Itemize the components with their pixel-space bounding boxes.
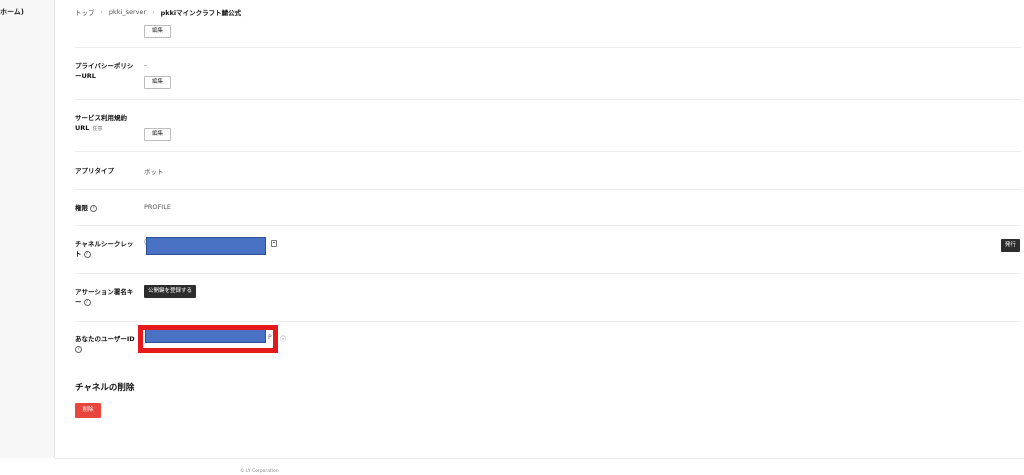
permission-label-text: 権限 — [75, 204, 88, 212]
row-app-type: アプリタイプ ボット — [75, 152, 1021, 190]
delete-channel-title: チャネルの削除 — [75, 383, 135, 393]
row-top-partial: 編集 — [75, 0, 1021, 48]
channel-secret-label: チャネルシークレッ ト? — [75, 239, 145, 259]
app-type-label: アプリタイプ — [75, 167, 114, 175]
privacy-policy-edit-button[interactable]: 編集 — [144, 76, 172, 89]
help-icon[interactable]: ? — [90, 204, 97, 212]
register-public-key-button[interactable]: 公開鍵を登録する — [144, 285, 197, 298]
assertion-key-label: アサーション署名キ ー? — [75, 287, 145, 307]
row-privacy-policy: プライバシーポリシ ーURL – 編集 — [75, 48, 1021, 100]
edit-button[interactable]: 編集 — [144, 25, 172, 38]
privacy-policy-label-line2: ーURL — [75, 72, 96, 80]
user-id-label-text: あなたのユーザーID — [75, 335, 135, 343]
row-terms-of-service: サービス利用規約 URL 任意 編集 — [75, 100, 1021, 152]
help-icon[interactable]: ? — [83, 250, 91, 258]
footer-divider — [55, 458, 1024, 459]
copy-icon[interactable] — [271, 240, 277, 247]
privacy-policy-label-line1: プライバシーポリシ — [75, 62, 134, 70]
highlight-box — [138, 325, 278, 353]
delete-button[interactable]: 削除 — [75, 403, 101, 418]
app-type-value: ボット — [144, 168, 164, 176]
channel-secret-label-line2: ト — [75, 250, 82, 258]
terms-edit-button[interactable]: 編集 — [144, 128, 172, 141]
terms-label: サービス利用規約 URL 任意 — [75, 113, 145, 134]
issue-button[interactable]: 発行 — [1001, 239, 1021, 252]
sidebar: ホーム) — [0, 0, 55, 458]
privacy-policy-label: プライバシーポリシ ーURL — [75, 61, 145, 81]
assertion-key-label-line2: ー — [75, 298, 82, 306]
row-channel-secret: チャネルシークレッ ト? ( 発行 — [75, 226, 1021, 274]
row-permission: 権限? PROFILE — [75, 190, 1021, 226]
permission-label: 権限? — [75, 203, 145, 213]
row-assertion-key: アサーション署名キ ー? 公開鍵を登録する — [75, 274, 1021, 322]
assertion-key-label-line1: アサーション署名キ — [75, 288, 134, 296]
terms-label-line2: URL — [75, 124, 90, 132]
terms-label-line1: サービス利用規約 — [75, 114, 127, 122]
channel-secret-value-redacted — [146, 237, 266, 255]
help-icon[interactable]: ? — [75, 345, 82, 353]
copy-icon[interactable]: ⓘ — [280, 334, 286, 343]
footer-copyright: © LY Corporation — [240, 469, 279, 474]
permission-value: PROFILE — [144, 203, 171, 211]
channel-secret-label-line1: チャネルシークレッ — [75, 240, 134, 248]
help-icon[interactable]: ? — [83, 298, 91, 306]
privacy-policy-value: – — [144, 61, 148, 69]
sidebar-item-home[interactable]: ホーム) — [0, 7, 24, 17]
optional-badge: 任意 — [92, 126, 103, 132]
